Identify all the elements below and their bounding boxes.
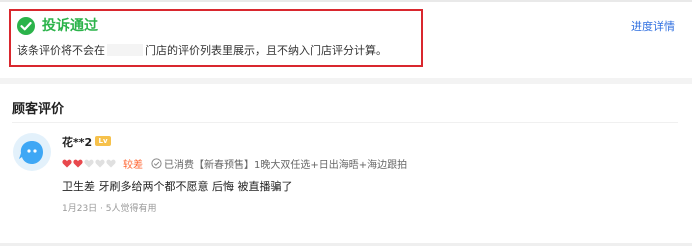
- review-meta: 1月23日 · 5人觉得有用: [62, 204, 157, 214]
- heart-empty-icon: [106, 159, 116, 168]
- banner-desc-suffix: 门店的评价列表里展示，且不纳入门店评分计算。: [145, 44, 387, 57]
- consumed-package: 已消费【新春预售】1晚大双任选+日出海晤+海边跟拍: [164, 160, 408, 171]
- heart-empty-icon: [95, 159, 105, 168]
- divider: [12, 122, 678, 123]
- review-date: 1月23日: [62, 204, 98, 214]
- section-separator: [0, 78, 692, 84]
- rating-row: 较差 已消费【新春预售】1晚大双任选+日出海晤+海边跟拍: [62, 153, 407, 171]
- rating-label: 较差: [123, 160, 143, 171]
- reviewer-name: 花**2: [62, 136, 93, 149]
- section-title: 顾客评价: [12, 102, 65, 117]
- heart-filled-icon: [62, 159, 72, 168]
- review-content: 卫生差 牙刷多给两个都不愿意 后悔 被直播骗了: [62, 180, 293, 193]
- top-border: [0, 0, 692, 2]
- helpful-count: 5人觉得有用: [105, 204, 157, 214]
- consumed-check-icon: [151, 158, 162, 169]
- heart-empty-icon: [84, 159, 94, 168]
- masked-store-name: [107, 44, 143, 56]
- heart-filled-icon: [73, 159, 83, 168]
- banner-title: 投诉通过: [42, 18, 98, 34]
- avatar[interactable]: [13, 133, 51, 171]
- banner-description: 该条评价将不会在 门店的评价列表里展示，且不纳入门店评分计算。: [17, 42, 387, 58]
- banner-desc-prefix: 该条评价将不会在: [17, 44, 105, 57]
- complaint-approved-banner: 投诉通过 该条评价将不会在 门店的评价列表里展示，且不纳入门店评分计算。: [9, 9, 423, 67]
- member-level-badge: Lv: [95, 136, 111, 146]
- check-circle-icon: [17, 17, 35, 35]
- progress-details-link[interactable]: 进度详情: [631, 18, 675, 34]
